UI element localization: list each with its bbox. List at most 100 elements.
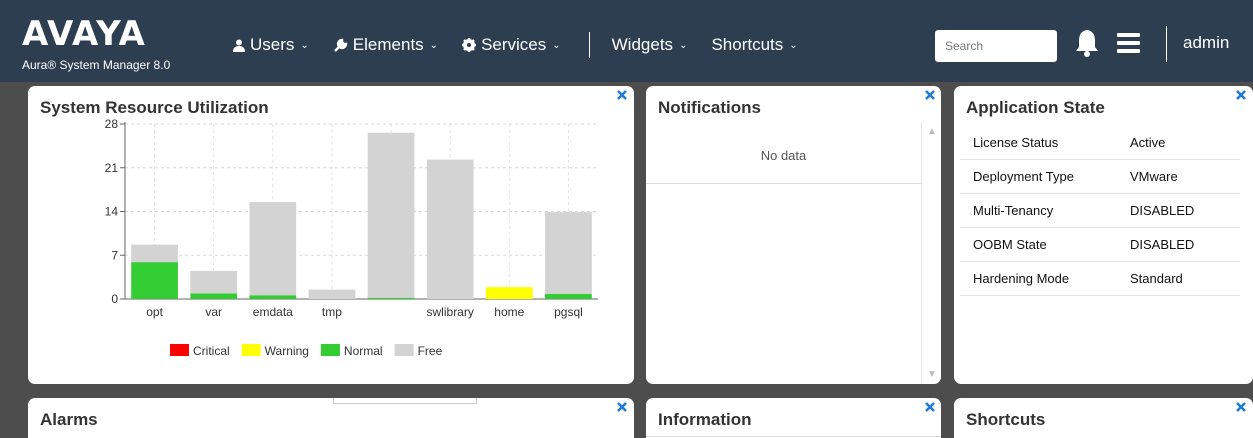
x-tick-label: opt — [146, 305, 163, 319]
x-tick-label: pgsql — [554, 305, 583, 319]
bell-icon[interactable] — [1075, 28, 1099, 58]
row-value: VMware — [1130, 169, 1178, 184]
bar-free-var — [190, 270, 238, 294]
table-row: Deployment Type VMware — [960, 160, 1240, 194]
wrench-icon — [333, 38, 348, 53]
legend-label: Warning — [265, 344, 309, 358]
divider — [646, 183, 921, 184]
close-icon[interactable] — [1236, 90, 1246, 100]
bar-free-swlibrary — [426, 159, 474, 299]
panel-title: Shortcuts — [966, 410, 1046, 429]
y-tick-label: 7 — [111, 248, 118, 262]
legend-swatch-warning — [241, 344, 261, 356]
header-divider — [1166, 26, 1167, 62]
legend-swatch-critical — [170, 344, 189, 356]
bar-warning-home — [485, 287, 533, 299]
legend-label: Normal — [344, 344, 383, 358]
bar-normal-unlabeled — [367, 297, 415, 299]
alarms-filter-box[interactable] — [333, 398, 477, 404]
nav-services-label: Services — [481, 35, 547, 54]
chevron-down-icon: ⌄ — [679, 39, 688, 51]
nav-services[interactable]: Services ⌄ — [462, 35, 561, 55]
search-input[interactable] — [935, 30, 1057, 62]
bar-free-unlabeled — [367, 132, 415, 298]
y-tick-label: 0 — [111, 292, 118, 306]
x-tick-label: emdata — [253, 305, 293, 319]
legend-swatch-free — [394, 344, 414, 356]
bar-normal-opt — [131, 262, 178, 299]
scroll-down-icon[interactable]: ▼ — [927, 369, 937, 380]
system-resource-panel: System Resource Utilization 0 7 14 21 28 opt v… — [28, 86, 634, 384]
main-nav: Users ⌄ Elements ⌄ Services ⌄ Widgets ⌄ … — [233, 32, 822, 58]
chevron-down-icon: ⌄ — [429, 39, 439, 51]
x-tick-label: tmp — [322, 305, 342, 319]
nav-shortcuts-label: Shortcuts — [711, 35, 784, 54]
nav-elements-label: Elements — [352, 35, 424, 54]
row-key: License Status — [973, 135, 1059, 150]
chevron-down-icon: ⌄ — [552, 39, 561, 51]
product-subtitle: Aura® System Manager 8.0 — [22, 58, 171, 72]
row-value: Active — [1130, 135, 1166, 150]
bar-free-pgsql — [545, 212, 592, 294]
nav-elements[interactable]: Elements ⌄ — [333, 35, 438, 55]
x-tick-label: swlibrary — [427, 305, 474, 319]
panel-title: Information — [658, 410, 752, 429]
table-row: License Status Active — [960, 126, 1240, 160]
top-header: AVAYA Aura® System Manager 8.0 Users ⌄ E… — [0, 0, 1253, 82]
hamburger-menu-icon[interactable] — [1117, 33, 1140, 53]
close-icon[interactable] — [925, 90, 935, 100]
nav-widgets-label: Widgets — [611, 35, 674, 54]
empty-state: No data — [760, 148, 807, 163]
table-row: OOBM State DISABLED — [960, 228, 1240, 262]
legend-swatch-normal — [320, 344, 340, 356]
y-tick-label: 14 — [105, 205, 119, 219]
scroll-up-icon[interactable]: ▲ — [927, 126, 937, 137]
nav-users[interactable]: Users ⌄ — [233, 35, 309, 55]
bar-normal-pgsql — [545, 294, 592, 299]
row-key: OOBM State — [973, 237, 1047, 252]
close-icon[interactable] — [925, 402, 935, 412]
avaya-logo[interactable]: AVAYA — [22, 16, 146, 52]
row-value: Standard — [1130, 271, 1183, 286]
y-tick-label: 21 — [105, 161, 119, 175]
notifications-panel: Notifications No data ▲ ▼ — [646, 86, 941, 384]
table-row: Multi-Tenancy DISABLED — [960, 194, 1240, 228]
bar-free-tmp — [308, 289, 356, 299]
legend-label: Critical — [193, 344, 230, 358]
scrollbar[interactable]: ▲ ▼ — [921, 122, 941, 384]
y-tick-label: 28 — [105, 117, 119, 131]
row-value: DISABLED — [1130, 203, 1195, 218]
bar-normal-var — [190, 293, 238, 299]
x-tick-label: home — [494, 305, 524, 319]
divider — [646, 436, 941, 437]
bar-free-emdata — [249, 202, 297, 296]
row-key: Hardening Mode — [973, 271, 1070, 286]
x-tick-label: var — [205, 305, 222, 319]
chevron-down-icon: ⌄ — [789, 39, 798, 51]
panel-title: Application State — [966, 98, 1105, 117]
alarms-panel: Alarms — [28, 398, 634, 438]
panel-title: Notifications — [658, 98, 761, 117]
panel-title: Alarms — [40, 410, 98, 429]
close-icon[interactable] — [617, 402, 627, 412]
bar-free-opt — [131, 244, 178, 263]
information-panel: Information — [646, 398, 941, 438]
nav-users-label: Users — [250, 35, 295, 54]
chart-legend: Critical Warning Normal Free — [170, 344, 443, 358]
user-menu[interactable]: admin — [1183, 33, 1229, 53]
resource-chart: 0 7 14 21 28 opt var emdata tmp swlibrary home pgsq… — [105, 117, 598, 358]
application-state-panel: Application State License Status Active … — [954, 86, 1253, 384]
row-key: Deployment Type — [973, 169, 1074, 184]
shortcuts-panel: Shortcuts — [954, 398, 1253, 438]
gear-icon — [462, 38, 477, 52]
nav-shortcuts[interactable]: Shortcuts ⌄ — [711, 35, 797, 55]
table-row: Hardening Mode Standard — [960, 262, 1240, 296]
app-state-table: License Status Active Deployment Type VM… — [960, 126, 1240, 296]
user-icon — [233, 39, 245, 52]
legend-label: Free — [418, 344, 443, 358]
close-icon[interactable] — [1236, 402, 1246, 412]
row-key: Multi-Tenancy — [973, 203, 1054, 218]
chevron-down-icon: ⌄ — [300, 39, 309, 51]
nav-divider — [588, 32, 590, 58]
nav-widgets[interactable]: Widgets ⌄ — [612, 35, 688, 55]
